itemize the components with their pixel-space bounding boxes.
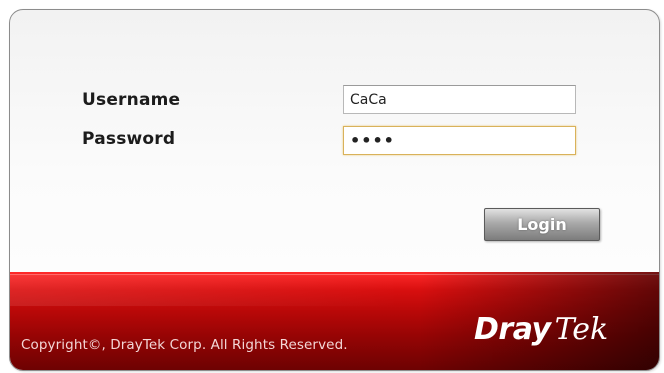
username-input[interactable] — [343, 85, 576, 114]
draytek-logo: Dray Tek — [474, 312, 608, 352]
login-button[interactable]: Login — [484, 208, 600, 241]
copyright-text: Copyright©, DrayTek Corp. All Rights Res… — [21, 337, 348, 353]
logo-dray-text: Dray — [474, 312, 551, 347]
username-label: Username — [82, 90, 181, 110]
logo-tek-text: Tek — [554, 312, 609, 347]
password-label: Password — [82, 129, 176, 149]
password-input[interactable]: •••• — [343, 126, 576, 155]
